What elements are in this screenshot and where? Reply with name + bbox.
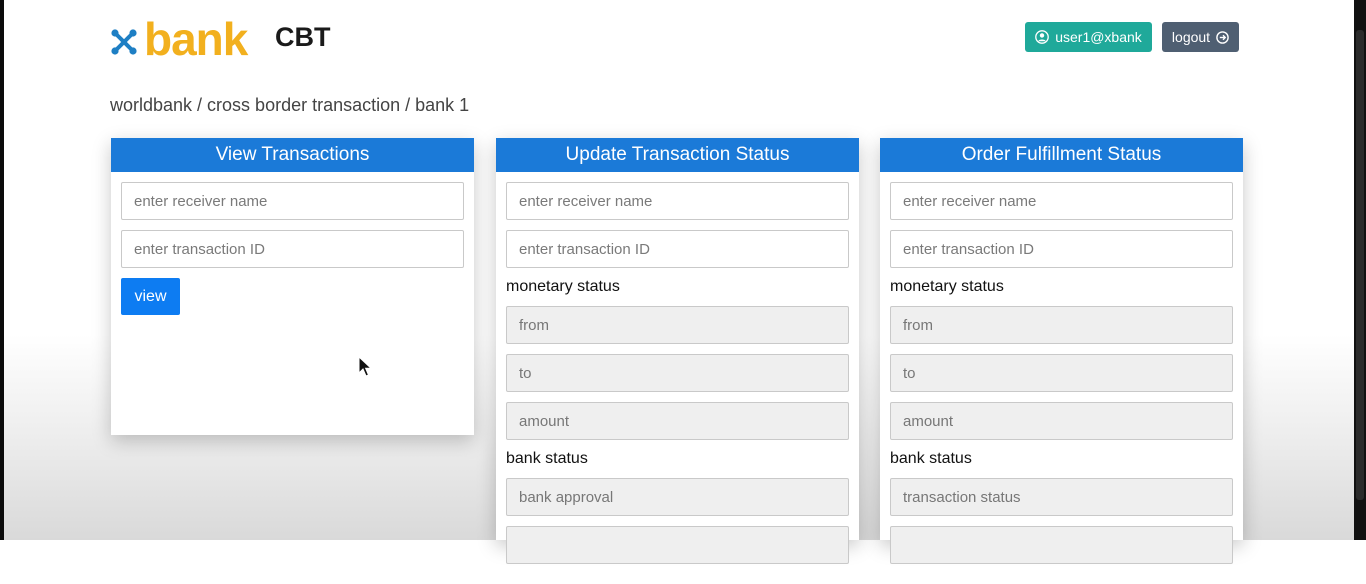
user-label: user1@xbank <box>1055 29 1142 45</box>
additional-input[interactable] <box>506 526 849 564</box>
view-button[interactable]: view <box>121 278 180 315</box>
logout-button[interactable]: logout <box>1162 22 1239 52</box>
logout-circle-arrow-icon <box>1216 30 1229 44</box>
transaction-id-input[interactable] <box>890 230 1233 268</box>
bank-status-label: bank status <box>890 450 972 467</box>
breadcrumb: worldbank / cross border transaction / b… <box>110 95 470 115</box>
order-fulfillment-status-panel: Order Fulfillment Status monetary status… <box>880 138 1243 564</box>
brand-logo[interactable]: bank <box>110 13 248 65</box>
app-name: CBT <box>275 22 331 52</box>
view-transactions-panel: View Transactions view <box>111 138 474 435</box>
logout-label: logout <box>1171 29 1211 45</box>
amount-input[interactable] <box>890 402 1233 440</box>
panel-title: Update Transaction Status <box>496 138 859 172</box>
transaction-id-input[interactable] <box>121 230 464 268</box>
x-logo-icon <box>111 29 137 55</box>
panel-title: Order Fulfillment Status <box>880 138 1243 172</box>
additional-input[interactable] <box>890 526 1233 564</box>
to-input[interactable] <box>506 354 849 392</box>
transaction-status-input[interactable] <box>890 478 1233 516</box>
window-edge-left <box>0 0 4 540</box>
scrollbar-track[interactable] <box>1354 0 1366 540</box>
mouse-pointer-icon <box>358 356 372 377</box>
from-input[interactable] <box>506 306 849 344</box>
update-transaction-status-panel: Update Transaction Status monetary statu… <box>496 138 859 564</box>
logo-text: bank <box>144 13 248 65</box>
amount-input[interactable] <box>506 402 849 440</box>
monetary-status-label: monetary status <box>506 278 620 295</box>
receiver-name-input[interactable] <box>121 182 464 220</box>
to-input[interactable] <box>890 354 1233 392</box>
user-circle-icon <box>1035 30 1050 44</box>
panel-title: View Transactions <box>111 138 474 172</box>
from-input[interactable] <box>890 306 1233 344</box>
transaction-id-input[interactable] <box>506 230 849 268</box>
user-account-button[interactable]: user1@xbank <box>1025 22 1152 52</box>
receiver-name-input[interactable] <box>890 182 1233 220</box>
scrollbar-thumb[interactable] <box>1356 30 1364 500</box>
receiver-name-input[interactable] <box>506 182 849 220</box>
bank-approval-input[interactable] <box>506 478 849 516</box>
monetary-status-label: monetary status <box>890 278 1004 295</box>
bank-status-label: bank status <box>506 450 588 467</box>
